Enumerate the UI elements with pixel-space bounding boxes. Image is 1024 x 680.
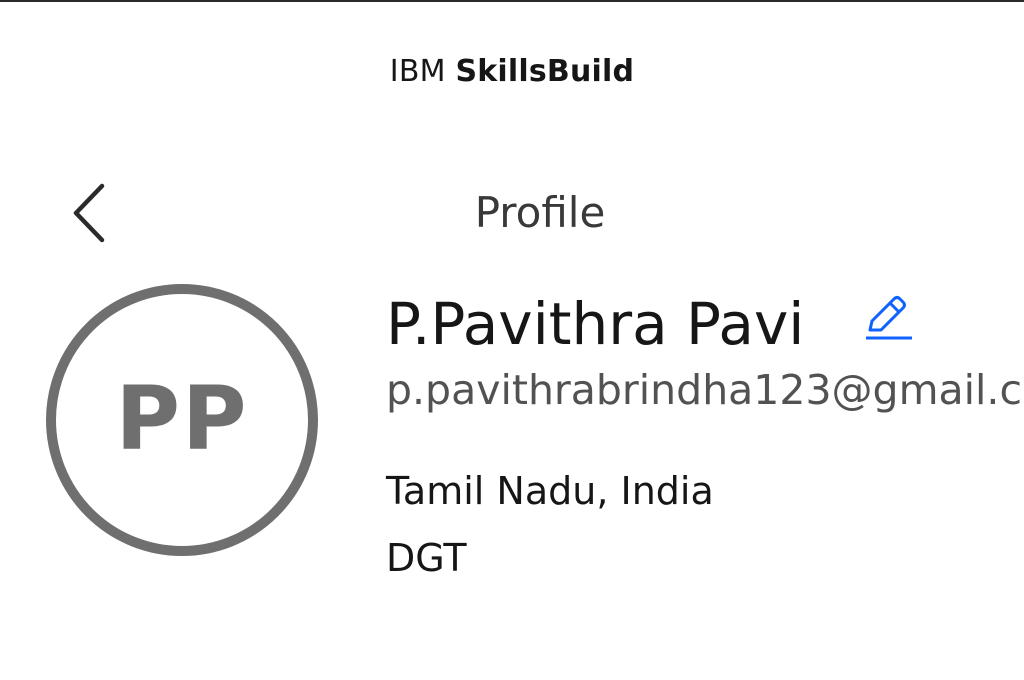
brand-logo: IBM SkillsBuild [0, 54, 1024, 89]
pencil-icon [866, 296, 912, 340]
user-name: P.Pavithra Pavi [386, 290, 805, 358]
brand-prefix: IBM [389, 54, 446, 89]
user-location: Tamil Nadu, India [386, 469, 714, 513]
user-email: p.pavithrabrindha123@gmail.com [386, 366, 1024, 414]
profile-screen: IBM SkillsBuild Profile PP P.Pavithra Pa… [0, 0, 1024, 680]
brand-name: SkillsBuild [455, 54, 635, 89]
page-title: Profile [474, 188, 606, 237]
user-organization: DGT [386, 536, 467, 580]
avatar-initials: PP [115, 366, 249, 470]
avatar: PP [46, 284, 318, 556]
edit-profile-button[interactable] [862, 292, 916, 344]
